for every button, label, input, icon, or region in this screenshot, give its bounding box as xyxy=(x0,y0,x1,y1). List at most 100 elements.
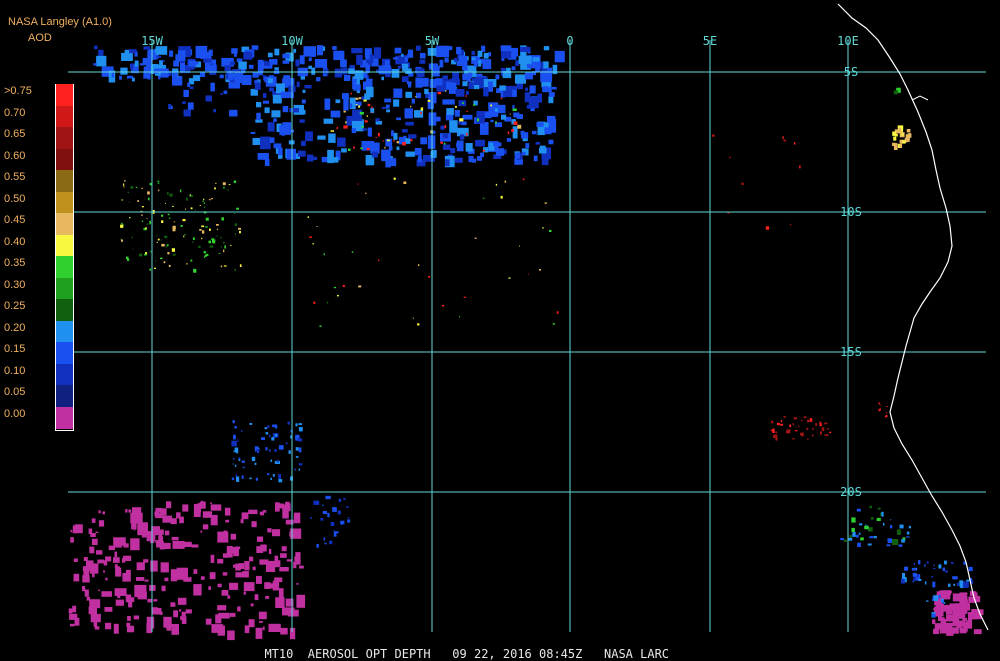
aod-pixel xyxy=(924,564,926,567)
aod-pixel xyxy=(229,61,236,65)
aod-pixel xyxy=(170,518,177,525)
aod-pixel xyxy=(324,98,331,110)
aod-pixel xyxy=(82,586,86,592)
aod-pixel xyxy=(341,67,348,75)
aod-pixel xyxy=(73,558,78,562)
aod-pixel xyxy=(243,591,246,595)
aod-pixel xyxy=(220,92,223,95)
aod-pixel xyxy=(157,610,160,615)
aod-pixel xyxy=(525,143,530,148)
aod-pixel xyxy=(948,583,951,587)
aod-pixel xyxy=(285,442,288,445)
aod-pixel xyxy=(163,616,172,628)
aod-pixel xyxy=(393,88,403,98)
aod-pixel xyxy=(265,432,269,435)
aod-pixel xyxy=(186,197,188,201)
aod-pixel xyxy=(956,623,962,629)
aod-pixel xyxy=(378,65,391,75)
aod-pixel xyxy=(210,82,215,92)
legend-swatch xyxy=(56,170,73,192)
aod-pixel xyxy=(205,253,209,257)
aod-pixel xyxy=(902,573,905,578)
aod-pixel xyxy=(135,577,145,581)
aod-pixel xyxy=(113,557,120,563)
aod-pixel xyxy=(547,115,556,123)
aod-pixel xyxy=(236,207,239,210)
aod-pixel xyxy=(408,134,417,139)
aod-pixel xyxy=(161,220,164,223)
aod-pixel xyxy=(506,138,512,142)
aod-pixel xyxy=(428,275,431,278)
aod-pixel xyxy=(267,425,270,429)
aod-pixel xyxy=(186,263,188,265)
aod-pixel xyxy=(199,501,206,509)
aod-pixel xyxy=(878,402,880,404)
aod-pixel xyxy=(818,421,822,424)
legend-swatch xyxy=(56,299,73,321)
aod-pixel xyxy=(193,584,202,596)
aod-pixel xyxy=(280,553,287,558)
aod-pixel xyxy=(296,81,300,88)
aod-pixel xyxy=(223,90,228,94)
aod-pixel xyxy=(327,512,330,518)
aod-pixel xyxy=(301,140,306,147)
aod-pixel xyxy=(471,57,476,61)
aod-pixel xyxy=(259,621,263,623)
aod-pixel xyxy=(68,608,73,614)
aod-pixel xyxy=(256,102,262,108)
aod-pixel xyxy=(340,520,345,525)
aod-pixel xyxy=(231,440,237,447)
aod-pixel xyxy=(236,230,238,232)
aod-pixel xyxy=(155,507,162,512)
aod-pixel xyxy=(327,149,334,164)
aod-pixel xyxy=(156,241,158,243)
aod-pixel xyxy=(514,152,520,159)
legend-swatch xyxy=(56,277,73,300)
aod-pixel xyxy=(203,198,205,201)
legend-label: 0.55 xyxy=(4,171,26,183)
aod-pixel xyxy=(445,159,450,167)
aod-pixel xyxy=(165,202,166,204)
aod-pixel xyxy=(255,477,258,481)
aod-pixel xyxy=(274,449,277,452)
aod-pixel xyxy=(495,74,500,80)
aod-pixel xyxy=(170,602,176,607)
aod-pixel xyxy=(365,192,367,195)
aod-pixel xyxy=(394,47,402,54)
aod-pixel xyxy=(157,238,160,241)
aod-pixel xyxy=(248,619,255,628)
aod-pixel xyxy=(517,124,522,129)
aod-pixel xyxy=(248,509,258,515)
aod-pixel xyxy=(128,201,130,203)
aod-pixel xyxy=(202,200,204,202)
aod-pixel xyxy=(933,568,936,570)
aod-pixel xyxy=(393,177,396,180)
aod-pixel xyxy=(235,474,238,477)
aod-pixel xyxy=(171,536,179,541)
aod-pixel xyxy=(535,142,540,145)
aod-pixel xyxy=(223,242,225,244)
aod-pixel xyxy=(926,561,929,564)
aod-pixel xyxy=(401,129,408,133)
aod-pixel xyxy=(337,294,339,297)
aod-pixel-layer xyxy=(68,45,984,641)
aod-pixel xyxy=(306,154,314,162)
aod-pixel xyxy=(70,623,75,627)
aod-pixel xyxy=(183,235,185,238)
aod-pixel xyxy=(278,474,281,479)
aod-pixel xyxy=(366,86,374,98)
aod-pixel xyxy=(375,59,378,62)
aod-pixel xyxy=(508,277,511,279)
aod-pixel xyxy=(405,121,414,126)
aod-pixel xyxy=(415,79,423,88)
aod-pixel xyxy=(468,72,473,78)
aod-pixel xyxy=(848,537,853,541)
aod-pixel xyxy=(899,143,903,148)
aod-pixel xyxy=(522,151,526,155)
aod-pixel xyxy=(412,317,414,319)
aod-pixel xyxy=(482,59,492,70)
aod-pixel xyxy=(899,140,903,144)
aod-pixel xyxy=(477,118,480,122)
aod-pixel xyxy=(386,109,390,113)
aod-pixel xyxy=(375,118,380,122)
